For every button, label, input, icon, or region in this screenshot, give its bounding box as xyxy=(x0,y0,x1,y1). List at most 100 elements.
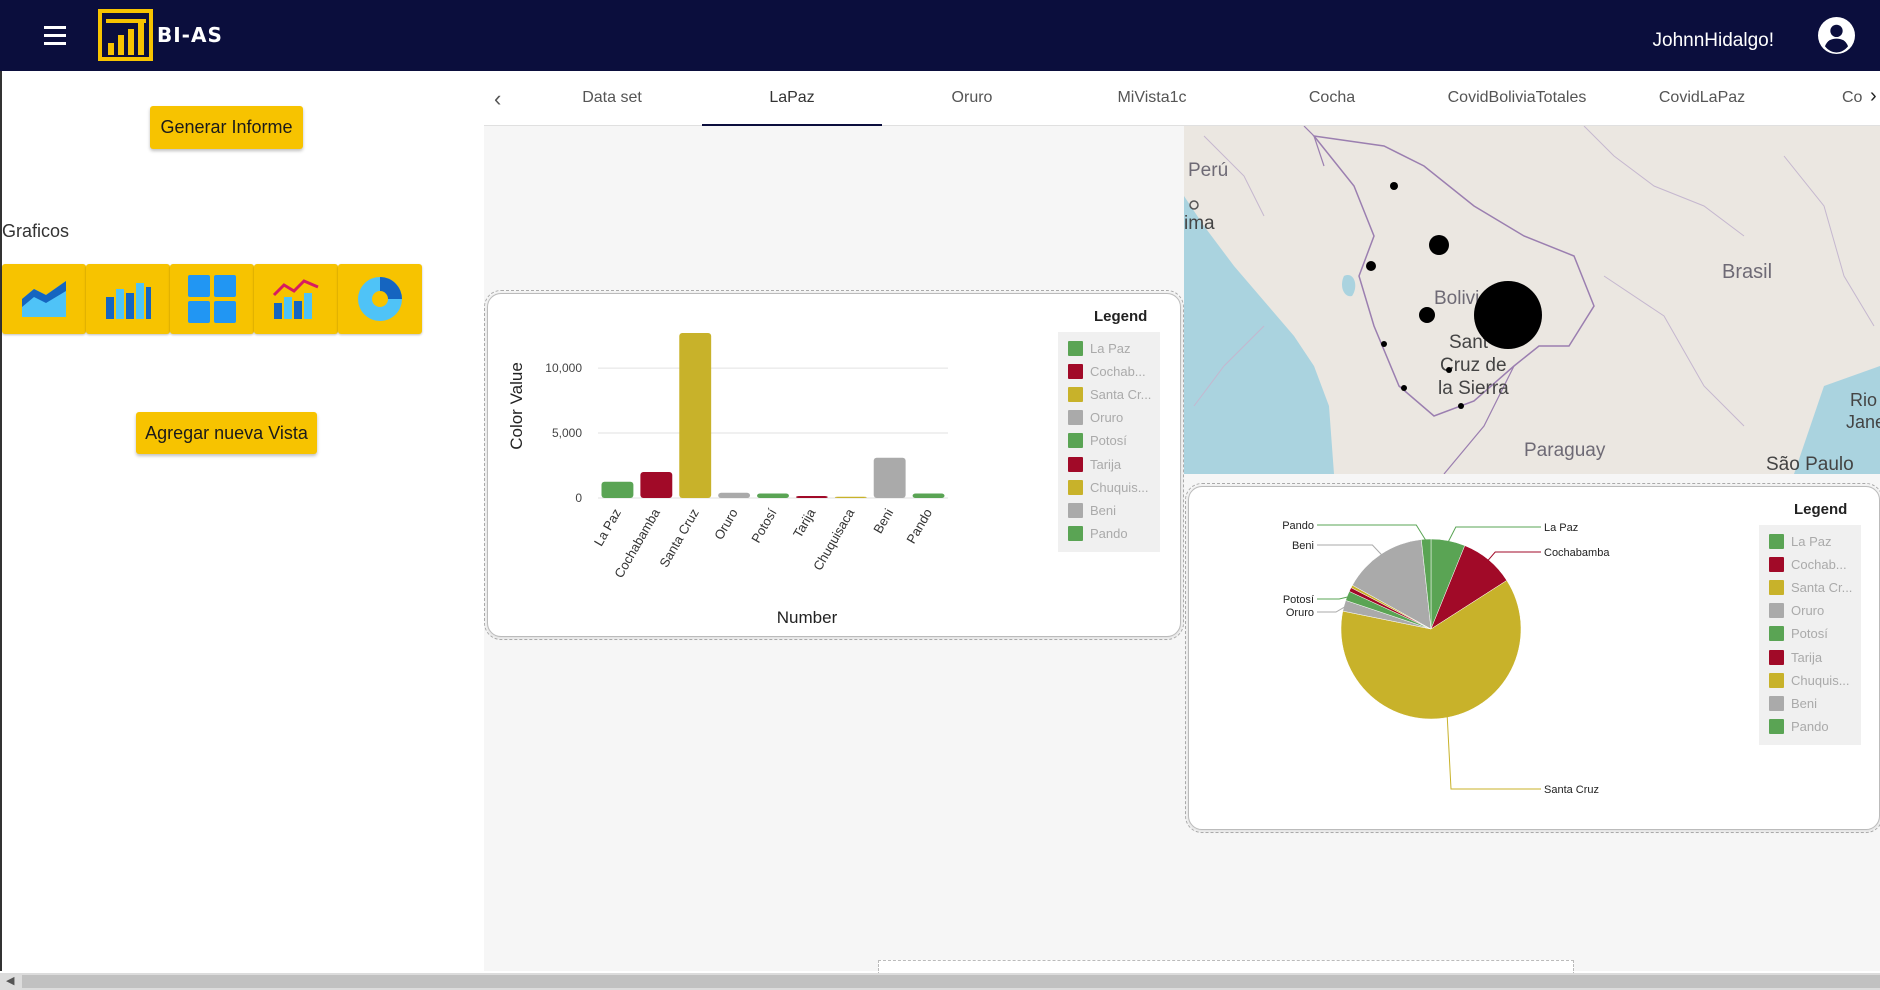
tab-scroll-right-icon[interactable]: › xyxy=(1870,85,1877,108)
map-bubble-oruro[interactable] xyxy=(1381,341,1387,347)
pie-chart-button[interactable] xyxy=(338,264,422,334)
grid-chart-button[interactable] xyxy=(170,264,254,334)
bar-chart-ylabel: Color Value xyxy=(507,362,526,450)
pie-label-leader-line xyxy=(1446,715,1541,790)
tab-covidlapaz[interactable]: CovidLaPaz xyxy=(1612,71,1792,124)
bar-xtick-label: La Paz xyxy=(591,506,624,549)
pie-legend-item[interactable]: Potosí xyxy=(1769,626,1828,642)
pie-legend-item[interactable]: Beni xyxy=(1769,695,1817,711)
combo-chart-icon xyxy=(272,279,319,319)
pie-legend-item[interactable]: Pando xyxy=(1769,719,1829,735)
bar-chuquisaca[interactable] xyxy=(834,496,867,498)
map-bubble-pando[interactable] xyxy=(1390,182,1398,190)
bar-legend-title: Legend xyxy=(1094,308,1148,325)
bar-xtick-label: Beni xyxy=(870,506,896,536)
map-label-rio-1: Rio xyxy=(1850,390,1877,410)
bar-legend-item[interactable]: Chuquis... xyxy=(1068,479,1149,495)
scrollbar-thumb[interactable] xyxy=(22,975,1880,988)
tab-mivista1c[interactable]: MiVista1c xyxy=(1062,71,1242,124)
generate-report-button[interactable]: Generar Informe xyxy=(150,106,303,149)
map-bubble-chuquisaca[interactable] xyxy=(1446,367,1452,373)
pie-label-leader-line xyxy=(1317,605,1347,613)
scroll-left-arrow-icon[interactable]: ◀ xyxy=(6,974,14,987)
map-bubble-beni[interactable] xyxy=(1429,235,1449,255)
brand-name: BI-AS xyxy=(157,23,223,47)
bar-legend-item[interactable]: Oruro xyxy=(1068,410,1123,426)
area-chart-icon xyxy=(22,281,66,317)
pie-legend-item[interactable]: Tarija xyxy=(1769,649,1822,665)
grid-chart-icon xyxy=(188,275,236,323)
legend-label: Santa Cr... xyxy=(1090,386,1152,402)
tab-covidboliviatotales[interactable]: CovidBoliviaTotales xyxy=(1422,71,1612,124)
bar-legend-item[interactable]: Beni xyxy=(1068,502,1116,518)
bar-xtick-label: Santa Cruz xyxy=(656,506,702,570)
legend-label: La Paz xyxy=(1090,340,1131,356)
bar-legend-item[interactable]: Cochab... xyxy=(1068,363,1146,379)
tab-overflow[interactable]: Co xyxy=(1842,71,1864,124)
map-bubble-santa-cruz[interactable] xyxy=(1474,281,1542,349)
legend-label: Pando xyxy=(1090,526,1128,542)
pie-chart: La Paz Cochabamba Santa Cruz OruroPotosí Ben… xyxy=(1282,520,1610,796)
legend-label: Beni xyxy=(1791,695,1818,711)
map-label-bolivia: Bolivi xyxy=(1434,288,1479,309)
pie-legend-item[interactable]: La Paz xyxy=(1769,533,1831,549)
pie-legend-item[interactable]: Oruro xyxy=(1769,603,1824,619)
legend-label: Chuquis... xyxy=(1090,479,1149,495)
tab-scroll-left-icon[interactable]: ‹ xyxy=(494,86,501,112)
legend-label: Potosí xyxy=(1090,433,1127,449)
pie-legend-item[interactable]: Chuquis... xyxy=(1769,672,1850,688)
legend-label: Cochab... xyxy=(1791,556,1847,572)
map-view[interactable]: Perú ima Brasil Bolivi Sant Cruz de la S… xyxy=(1184,126,1880,474)
tab-lapaz[interactable]: LaPaz xyxy=(702,71,882,126)
area-chart-button[interactable] xyxy=(2,264,86,334)
hamburger-menu-icon[interactable] xyxy=(40,22,70,48)
map-label-sao-paulo: São Paulo xyxy=(1766,454,1854,474)
legend-label: Cochab... xyxy=(1090,363,1146,379)
pie-slice-label: Potosí xyxy=(1283,594,1314,606)
legend-swatch xyxy=(1068,526,1083,542)
pie-legend-item[interactable]: Cochab... xyxy=(1769,556,1847,572)
bar-legend-item[interactable]: Tarija xyxy=(1068,456,1121,472)
tab-cocha[interactable]: Cocha xyxy=(1242,71,1422,124)
legend-label: La Paz xyxy=(1791,533,1832,549)
bar-tarija[interactable] xyxy=(795,496,828,498)
bar-legend-item[interactable]: La Paz xyxy=(1068,340,1130,356)
map-bubble-tarija[interactable] xyxy=(1458,403,1464,409)
bolivia-map[interactable]: Perú ima Brasil Bolivi Sant Cruz de la S… xyxy=(1184,126,1880,474)
pie-legend-item[interactable]: Santa Cr... xyxy=(1769,579,1852,595)
bi-as-logo-icon xyxy=(98,9,153,61)
bar-la-paz[interactable] xyxy=(601,481,634,498)
tab-oruro[interactable]: Oruro xyxy=(882,71,1062,124)
map-bubble-potosi[interactable] xyxy=(1401,385,1407,391)
charts-section-label: Graficos xyxy=(2,221,70,241)
combo-chart-button[interactable] xyxy=(254,264,338,334)
bar-xtick-label: Potosí xyxy=(748,506,780,546)
top-app-bar xyxy=(0,0,1880,71)
bar-chart-button[interactable] xyxy=(86,264,170,334)
legend-swatch xyxy=(1068,502,1083,518)
pie-label-leader-line xyxy=(1317,596,1350,600)
bar-legend-item[interactable]: Pando xyxy=(1068,526,1128,542)
map-bubble-cochabamba[interactable] xyxy=(1419,307,1435,323)
tab-data-set[interactable]: Data set xyxy=(522,71,702,124)
pie-chart-icon xyxy=(358,277,402,321)
legend-swatch xyxy=(1769,672,1784,688)
map-bubble-lapaz[interactable] xyxy=(1366,261,1376,271)
bar-cochabamba[interactable] xyxy=(640,472,673,498)
bar-potosi[interactable] xyxy=(757,493,789,498)
legend-swatch xyxy=(1769,626,1784,642)
pie-slice-label: La Paz xyxy=(1544,522,1578,534)
add-view-button[interactable]: Agregar nueva Vista xyxy=(136,412,317,454)
bar-oruro[interactable] xyxy=(718,492,751,498)
pie-label-leader-line xyxy=(1317,544,1383,556)
map-label-rio-2: Jane xyxy=(1846,412,1880,432)
bar-beni[interactable] xyxy=(873,457,906,498)
legend-swatch xyxy=(1068,386,1083,402)
bar-pando[interactable] xyxy=(912,493,945,498)
account-circle-icon[interactable] xyxy=(1818,17,1855,54)
bar-legend-item[interactable]: Santa Cr... xyxy=(1068,386,1151,402)
bar-santa-cruz[interactable] xyxy=(679,333,712,498)
bar-legend-item[interactable]: Potosí xyxy=(1068,433,1127,449)
bar-chart-icon xyxy=(106,283,151,319)
pie-slice-label: Cochabamba xyxy=(1544,547,1610,559)
